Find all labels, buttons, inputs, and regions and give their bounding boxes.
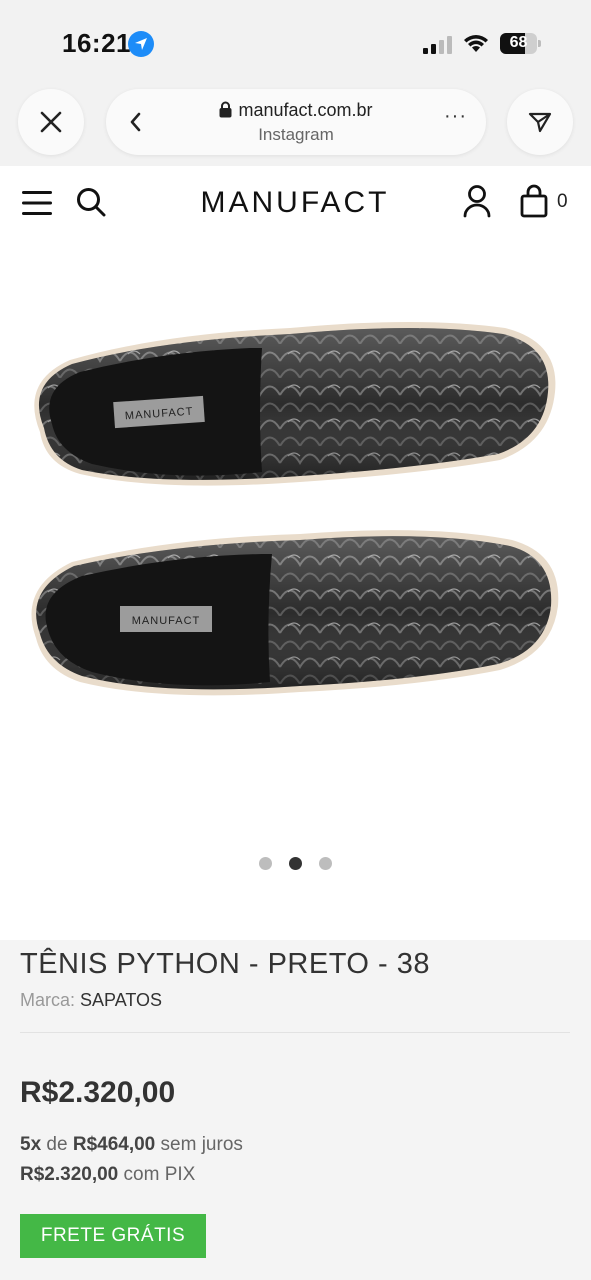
status-bar: 16:21 68: [0, 0, 591, 80]
more-options-button[interactable]: ···: [444, 105, 467, 128]
divider: [20, 1032, 570, 1033]
url-domain: manufact.com.br: [238, 100, 373, 120]
carousel-dots: [0, 857, 591, 873]
site-header: MANUFACT 0: [0, 166, 591, 242]
product-image-carousel[interactable]: MANUFACT MANUFACT: [0, 242, 591, 940]
hamburger-menu-icon[interactable]: [22, 189, 52, 217]
installments-de: de: [46, 1134, 68, 1155]
carousel-dot-2[interactable]: [289, 857, 302, 870]
status-time: 16:21: [62, 28, 131, 58]
installments-count: 5x: [20, 1134, 42, 1155]
carousel-dot-3[interactable]: [319, 857, 332, 870]
battery-percent: 68: [509, 34, 528, 51]
share-button[interactable]: [507, 89, 573, 155]
close-browser-button[interactable]: [18, 89, 84, 155]
brand-label: Marca:: [20, 990, 76, 1010]
installments-suffix: sem juros: [160, 1134, 243, 1155]
carousel-dot-1[interactable]: [259, 857, 272, 870]
brand-row: Marca: SAPATOS: [20, 990, 162, 1011]
pix-price: R$2.320,00: [20, 1164, 119, 1185]
url-bar[interactable]: manufact.com.br Instagram ···: [106, 89, 486, 155]
browser-toolbar: manufact.com.br Instagram ···: [0, 80, 591, 166]
pix-suffix: com PIX: [123, 1164, 196, 1185]
lock-icon: [219, 101, 232, 118]
battery-indicator: 68: [500, 33, 542, 54]
brand-link[interactable]: SAPATOS: [80, 990, 162, 1010]
shoe-upper: MANUFACT: [31, 530, 559, 696]
send-icon: [528, 112, 552, 133]
url-source-label: Instagram: [258, 125, 334, 144]
cellular-signal-icon: [423, 36, 452, 54]
insole-label-text-2: MANUFACT: [132, 615, 201, 627]
product-price: R$2.320,00: [20, 1076, 176, 1109]
user-account-icon[interactable]: [462, 184, 492, 218]
brand-logo[interactable]: MANUFACT: [190, 186, 400, 220]
free-shipping-badge: FRETE GRÁTIS: [20, 1214, 206, 1258]
installments-info: 5x de R$464,00 sem juros: [20, 1134, 243, 1156]
search-icon[interactable]: [76, 187, 106, 217]
url-domain-row: manufact.com.br: [106, 100, 486, 121]
close-icon: [40, 111, 62, 133]
shopping-bag-icon[interactable]: [519, 184, 549, 218]
product-photo-slip-on-shoes: MANUFACT MANUFACT: [31, 322, 559, 696]
pix-price-info: R$2.320,00 com PIX: [20, 1164, 195, 1186]
shoe-upper: MANUFACT: [34, 322, 556, 486]
product-title: TÊNIS PYTHON - PRETO - 38: [20, 948, 430, 980]
product-info: TÊNIS PYTHON - PRETO - 38 Marca: SAPATOS…: [0, 940, 591, 1280]
wifi-icon: [464, 35, 488, 52]
cart-count[interactable]: 0: [557, 191, 568, 213]
installment-value: R$464,00: [72, 1134, 156, 1155]
location-arrow-icon: [128, 31, 154, 57]
